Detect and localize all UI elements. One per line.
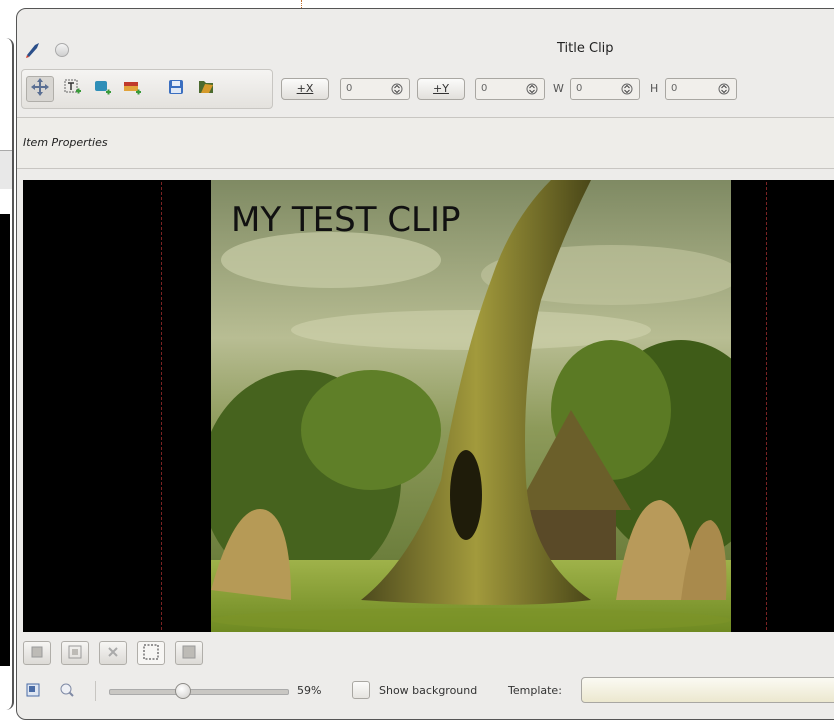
selection-icon	[138, 644, 164, 668]
delete-icon	[100, 647, 126, 668]
open-icon	[196, 77, 216, 101]
zoom-bar: 59% Show background Template:	[17, 673, 834, 707]
zoom-slider-handle[interactable]	[175, 683, 191, 699]
zoom-slider[interactable]	[109, 689, 289, 695]
h-label: H	[650, 82, 659, 95]
align-button[interactable]	[23, 641, 51, 665]
align-icon	[24, 646, 50, 668]
add-text-button[interactable]	[58, 76, 86, 102]
add-y-button[interactable]: +Y	[417, 78, 465, 100]
add-rectangle-icon	[92, 77, 112, 101]
add-x-button[interactable]: +X	[281, 78, 329, 100]
select-button[interactable]	[137, 641, 165, 665]
delete-button[interactable]	[99, 641, 127, 665]
spin-arrows-icon	[526, 83, 538, 95]
add-image-button[interactable]	[118, 76, 146, 102]
unselect-button[interactable]	[175, 641, 203, 665]
zoom-icon	[59, 683, 75, 702]
background-image	[211, 180, 731, 632]
template-dropdown[interactable]	[581, 677, 834, 703]
title-canvas[interactable]: MY TEST CLIP	[23, 180, 834, 632]
spin-arrows-icon	[391, 83, 403, 95]
item-properties-label: Item Properties	[23, 136, 108, 149]
add-rectangle-button[interactable]	[88, 76, 116, 102]
show-background-checkbox[interactable]	[352, 681, 370, 699]
template-label: Template:	[508, 684, 562, 697]
clip-title-text[interactable]: MY TEST CLIP	[231, 200, 461, 240]
title-bar: Title Clip	[17, 37, 834, 69]
w-spinbox[interactable]: 0	[570, 78, 640, 100]
y-value: 0	[481, 83, 488, 94]
unselect-icon	[176, 645, 202, 668]
tool-toolbar	[21, 69, 273, 109]
open-button[interactable]	[192, 76, 220, 102]
title-clip-window: Title Clip +X 0 +Y 0 W 0 H 0 Item Proper…	[16, 8, 834, 720]
background-window-canvas	[0, 214, 10, 666]
fit-zoom-button[interactable]	[25, 682, 41, 702]
app-icon	[25, 41, 43, 59]
spin-arrows-icon	[621, 83, 633, 95]
zoom-value: 59%	[297, 684, 322, 697]
item-action-toolbar	[17, 637, 834, 671]
x-spinbox[interactable]: 0	[340, 78, 410, 100]
w-value: 0	[576, 83, 583, 94]
move-icon	[30, 77, 50, 101]
item-properties-panel: Item Properties	[17, 117, 834, 169]
add-text-icon	[62, 77, 82, 101]
h-value: 0	[671, 83, 678, 94]
h-spinbox[interactable]: 0	[665, 78, 737, 100]
save-icon	[166, 77, 186, 101]
y-spinbox[interactable]: 0	[475, 78, 545, 100]
window-menu-button[interactable]	[55, 43, 69, 57]
background-window-edge	[0, 38, 14, 710]
toolbar-separator	[95, 681, 96, 701]
zoom-original-button[interactable]	[59, 682, 75, 702]
resize-icon	[62, 645, 88, 668]
background-window-strip	[0, 150, 12, 189]
x-value: 0	[346, 83, 353, 94]
add-image-icon	[122, 77, 142, 101]
w-label: W	[553, 82, 564, 95]
move-tool-button[interactable]	[26, 76, 54, 102]
window-title: Title Clip	[557, 41, 614, 56]
resize-button[interactable]	[61, 641, 89, 665]
spin-arrows-icon	[718, 83, 730, 95]
save-button[interactable]	[162, 76, 190, 102]
show-background-label[interactable]: Show background	[379, 684, 477, 697]
fit-zoom-icon	[25, 683, 41, 702]
